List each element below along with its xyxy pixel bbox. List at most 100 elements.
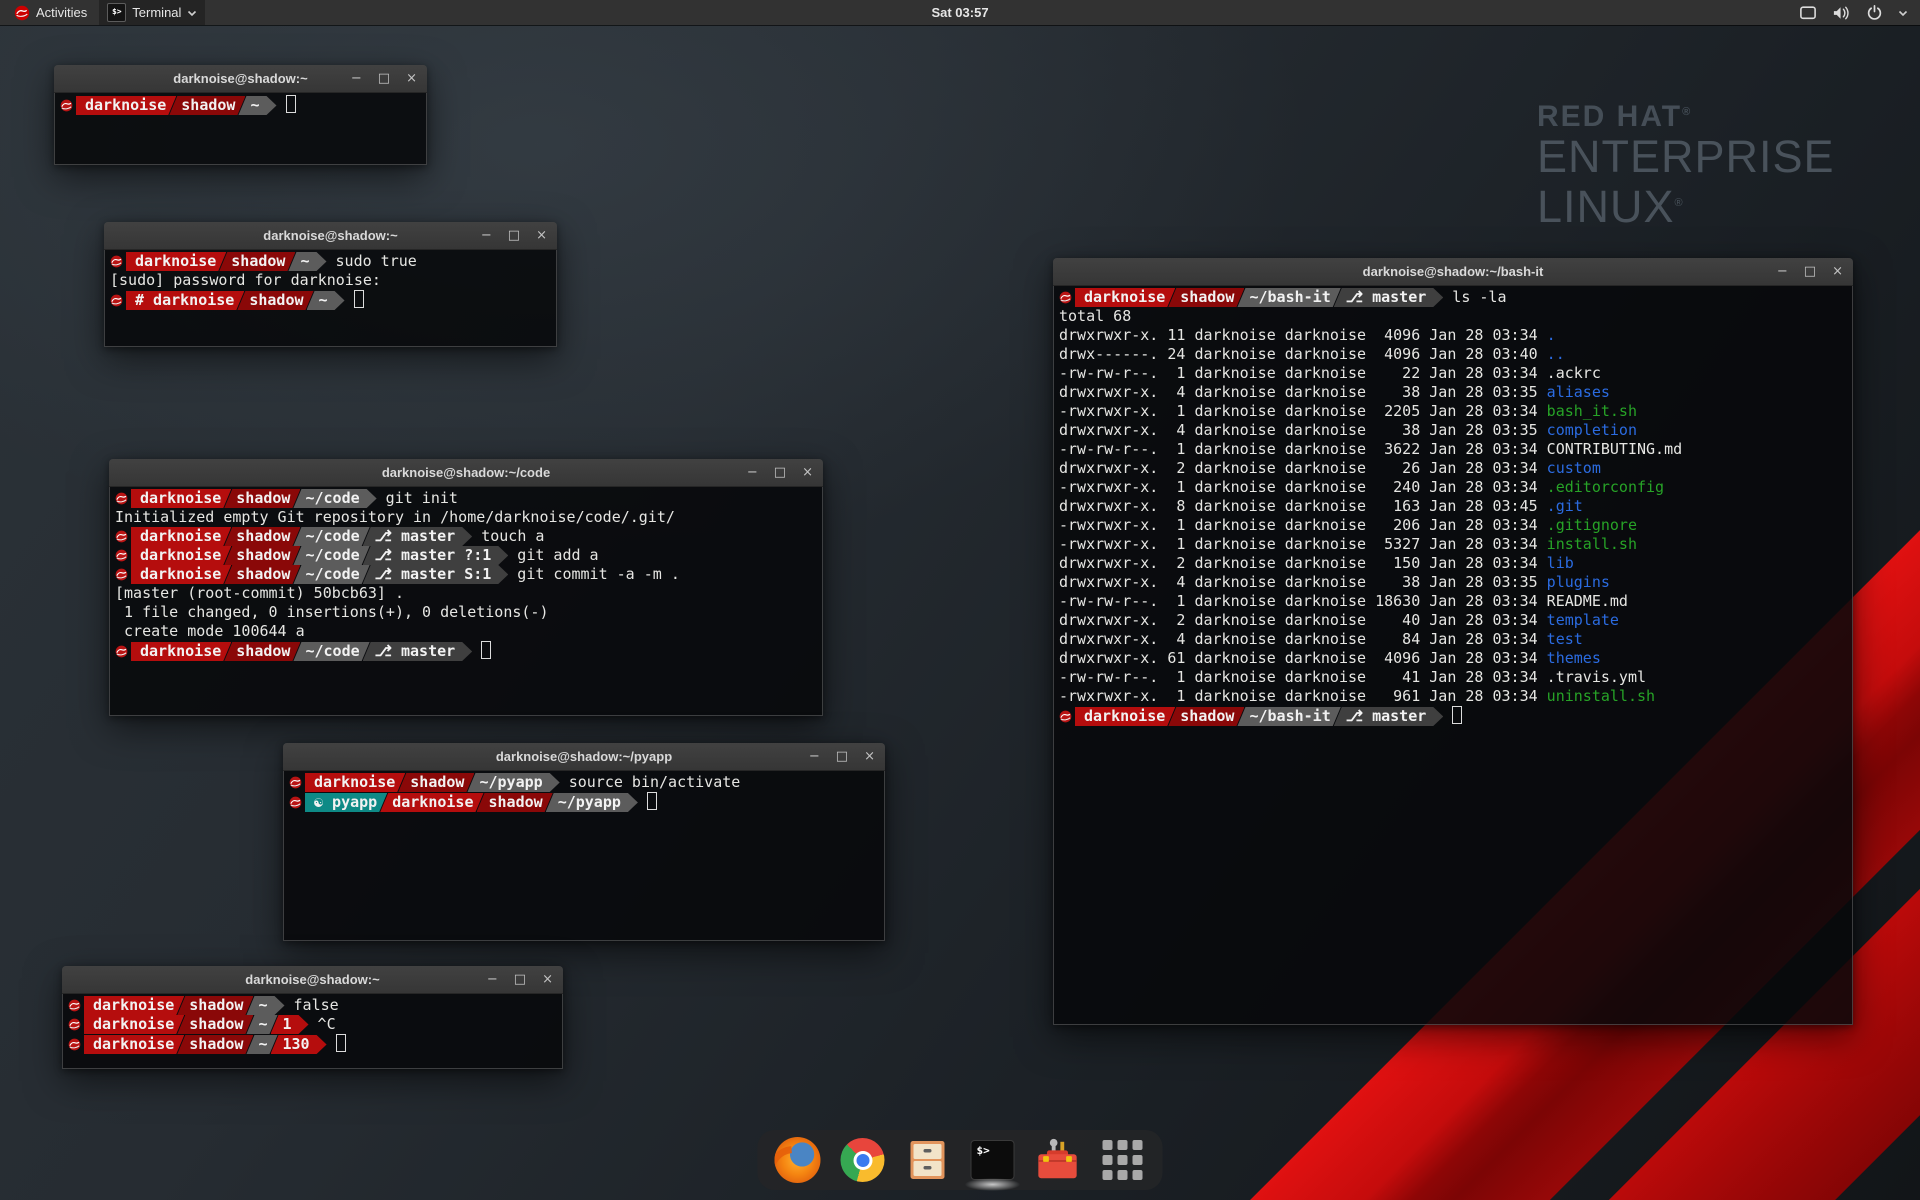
prompt-segment: ~/bash-it	[1237, 288, 1340, 307]
window-titlebar[interactable]: darknoise@shadow:~/pyapp − □ ×	[283, 743, 885, 771]
activities-button[interactable]: Activities	[8, 0, 93, 25]
close-button[interactable]: ×	[406, 65, 417, 92]
prompt-line: darknoiseshadow~	[60, 95, 421, 114]
prompt-segment: darknoise	[305, 773, 405, 792]
redhat-prompt-icon	[115, 548, 129, 562]
rhel-logo-linux: LINUX®	[1537, 180, 1835, 230]
output-text: README.md	[1547, 592, 1628, 610]
redhat-prompt-icon	[115, 529, 129, 543]
volume-icon[interactable]	[1832, 5, 1851, 21]
terminal-content[interactable]: darknoiseshadow~	[54, 93, 427, 165]
terminal-cursor	[647, 792, 657, 810]
minimize-button[interactable]: −	[1777, 258, 1788, 285]
prompt-line: darknoiseshadow~/pyapp source bin/activa…	[289, 773, 879, 792]
system-tray[interactable]	[1799, 0, 1908, 25]
terminal-content[interactable]: darknoiseshadow~/bash-it⎇ master ls -lat…	[1053, 286, 1853, 1025]
output-text: .travis.yml	[1547, 668, 1646, 686]
output-text: themes	[1547, 649, 1601, 667]
prompt-segment: ⎇ master	[1334, 288, 1444, 307]
output-line: drwxrwxr-x. 4 darknoise darknoise 38 Jan…	[1059, 421, 1847, 440]
prompt-line: darknoiseshadow~130	[68, 1034, 557, 1053]
prompt-segment: darknoise	[131, 642, 231, 661]
window-titlebar[interactable]: darknoise@shadow:~ − □ ×	[62, 966, 563, 994]
dock-item-firefox[interactable]	[775, 1137, 821, 1183]
output-text: .gitignore	[1547, 516, 1637, 534]
redhat-prompt-icon	[289, 775, 303, 789]
maximize-button[interactable]: □	[508, 222, 520, 249]
window-title: darknoise@shadow:~	[263, 228, 397, 243]
dock-item-chrome[interactable]	[840, 1137, 886, 1183]
window-titlebar[interactable]: darknoise@shadow:~ − □ ×	[104, 222, 557, 250]
terminal-content[interactable]: darknoiseshadow~ sudo true[sudo] passwor…	[104, 250, 557, 347]
prompt-segment: ~/code	[293, 546, 369, 565]
redhat-prompt-icon	[115, 491, 129, 505]
prompt-line: darknoiseshadow~ sudo true	[110, 252, 551, 271]
prompt-segment: shadow	[219, 252, 295, 271]
dock-item-terminal[interactable]: $>	[970, 1137, 1016, 1183]
prompt-segment: ⎇ master	[363, 527, 473, 546]
display-icon[interactable]	[1799, 5, 1817, 21]
window-titlebar[interactable]: darknoise@shadow:~ − □ ×	[54, 65, 427, 93]
prompt-segment: shadow	[398, 773, 474, 792]
prompt-line: ☯ pyappdarknoiseshadow~/pyapp	[289, 792, 879, 811]
prompt-segment: shadow	[169, 96, 245, 115]
minimize-button[interactable]: −	[351, 65, 362, 92]
output-text: drwxrwxr-x. 8 darknoise darknoise 163 Ja…	[1059, 497, 1547, 515]
window-titlebar[interactable]: darknoise@shadow:~/bash-it − □ ×	[1053, 258, 1853, 286]
maximize-button[interactable]: □	[514, 966, 526, 993]
output-line: total 68	[1059, 307, 1847, 326]
dock-item-files[interactable]	[905, 1137, 951, 1183]
prompt-segment: shadow	[1168, 707, 1244, 726]
prompt-line: darknoiseshadow~/code⎇ master touch a	[115, 527, 817, 546]
power-icon[interactable]	[1866, 4, 1883, 21]
prompt-segment: shadow	[224, 642, 300, 661]
prompt-segment: shadow	[177, 1035, 253, 1054]
output-text: test	[1547, 630, 1583, 648]
minimize-button[interactable]: −	[481, 222, 492, 249]
prompt-segment: shadow	[177, 1015, 253, 1034]
output-text: completion	[1547, 421, 1637, 439]
prompt-segment: shadow	[1168, 288, 1244, 307]
dock-item-toolbox[interactable]	[1035, 1137, 1081, 1183]
prompt-segment: darknoise	[1075, 707, 1175, 726]
output-text: create mode 100644 a	[115, 622, 305, 640]
maximize-button[interactable]: □	[774, 459, 786, 486]
minimize-button[interactable]: −	[747, 459, 758, 486]
prompt-line: darknoiseshadow~/bash-it⎇ master	[1059, 706, 1847, 725]
prompt-segment: shadow	[224, 546, 300, 565]
redhat-prompt-icon	[68, 998, 82, 1012]
prompt-segment: ⎇ master ?:1	[363, 546, 509, 565]
minimize-button[interactable]: −	[487, 966, 498, 993]
files-icon	[906, 1139, 950, 1181]
prompt-segment: darknoise	[84, 1035, 184, 1054]
close-button[interactable]: ×	[864, 743, 875, 770]
output-line: drwxrwxr-x. 11 darknoise darknoise 4096 …	[1059, 326, 1847, 345]
redhat-prompt-icon	[110, 254, 124, 268]
prompt-line: darknoiseshadow~ false	[68, 996, 557, 1015]
output-line: -rwxrwxr-x. 1 darknoise darknoise 961 Ja…	[1059, 687, 1847, 706]
app-grid-icon	[1103, 1140, 1143, 1180]
prompt-line: darknoiseshadow~/code⎇ master ?:1 git ad…	[115, 546, 817, 565]
terminal-content[interactable]: darknoiseshadow~ falsedarknoiseshadow~1 …	[62, 994, 563, 1069]
terminal-content[interactable]: darknoiseshadow~/pyapp source bin/activa…	[283, 771, 885, 941]
maximize-button[interactable]: □	[836, 743, 848, 770]
window-titlebar[interactable]: darknoise@shadow:~/code − □ ×	[109, 459, 823, 487]
output-text: drwxrwxr-x. 11 darknoise darknoise 4096 …	[1059, 326, 1547, 344]
maximize-button[interactable]: □	[378, 65, 390, 92]
close-button[interactable]: ×	[536, 222, 547, 249]
running-indicator	[965, 1178, 1021, 1191]
close-button[interactable]: ×	[542, 966, 553, 993]
rhel-logo: RED HAT® ENTERPRISE LINUX®	[1537, 100, 1835, 230]
maximize-button[interactable]: □	[1804, 258, 1816, 285]
minimize-button[interactable]: −	[809, 743, 820, 770]
output-text: total 68	[1059, 307, 1131, 325]
chevron-down-icon[interactable]	[1898, 9, 1908, 17]
terminal-content[interactable]: darknoiseshadow~/code git initInitialize…	[109, 487, 823, 716]
app-menu-terminal[interactable]: $> Terminal	[99, 0, 205, 25]
dock-item-app-grid[interactable]	[1100, 1137, 1146, 1183]
terminal-app-icon: $>	[107, 3, 126, 22]
output-text: drwxrwxr-x. 2 darknoise darknoise 26 Jan…	[1059, 459, 1547, 477]
close-button[interactable]: ×	[1832, 258, 1843, 285]
clock[interactable]: Sat 03:57	[931, 5, 988, 20]
close-button[interactable]: ×	[802, 459, 813, 486]
